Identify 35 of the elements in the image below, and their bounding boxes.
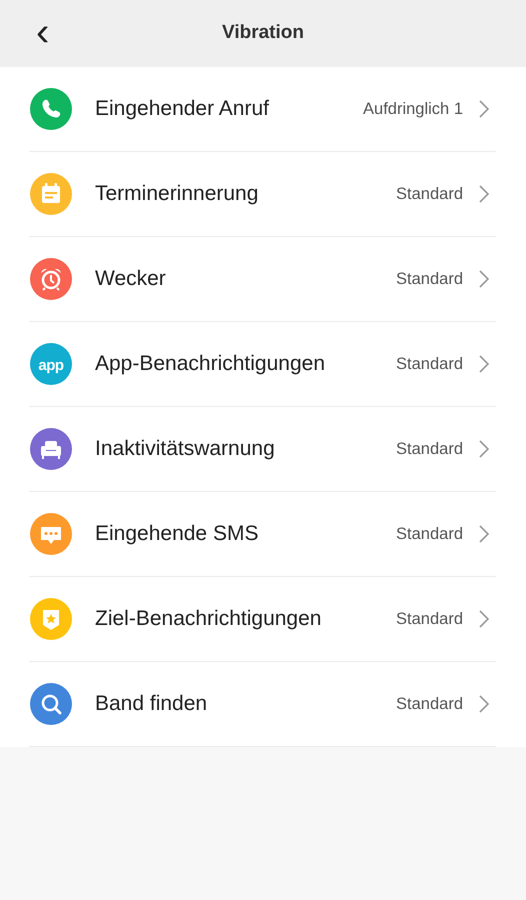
row-label: App-Benachrichtigungen	[95, 351, 326, 378]
settings-row[interactable]: Eingehender Anruf Aufdringlich 1	[29, 67, 496, 152]
row-label: Ziel-Benachrichtigungen	[95, 606, 322, 632]
chevron-right-icon	[478, 440, 490, 458]
settings-row[interactable]: Ziel-Benachrichtigungen Standard	[29, 577, 496, 662]
settings-row[interactable]: Eingehende SMS Standard	[29, 492, 496, 577]
row-value: Standard	[396, 354, 463, 375]
settings-row[interactable]: Inaktivitätswarnung Standard	[29, 407, 496, 492]
row-label: Wecker	[95, 266, 167, 292]
row-value: Aufdringlich 1	[363, 98, 463, 120]
back-button[interactable]: ‹	[30, 12, 56, 52]
row-label: Band finden	[95, 691, 208, 718]
row-value: Standard	[396, 608, 463, 630]
chevron-right-icon	[478, 270, 490, 288]
chevron-right-icon	[478, 525, 490, 543]
row-value: Standard	[396, 524, 463, 545]
screen-title: Vibration	[222, 21, 304, 46]
row-value: Standard	[396, 184, 463, 205]
row-label: Eingehende SMS	[95, 521, 260, 548]
chevron-right-icon	[478, 100, 490, 118]
chevron-right-icon	[478, 610, 490, 628]
chevron-right-icon	[478, 695, 490, 713]
settings-row[interactable]: Band finden Standard	[29, 662, 496, 747]
chevron-right-icon	[478, 185, 490, 203]
row-label: Eingehender Anruf	[95, 96, 270, 122]
settings-row[interactable]: app App-Benachrichtigungen Standard	[29, 322, 496, 407]
row-value: Standard	[396, 268, 463, 290]
app-icon: app	[30, 343, 72, 385]
settings-row[interactable]: Wecker Standard	[29, 237, 496, 322]
row-value: Standard	[396, 438, 463, 460]
row-value: Standard	[396, 694, 463, 715]
settings-row[interactable]: Terminerinnerung Standard	[29, 152, 496, 237]
row-label: Terminerinnerung	[95, 181, 260, 208]
row-label: Inaktivitätswarnung	[95, 436, 276, 462]
chevron-right-icon	[478, 355, 490, 373]
